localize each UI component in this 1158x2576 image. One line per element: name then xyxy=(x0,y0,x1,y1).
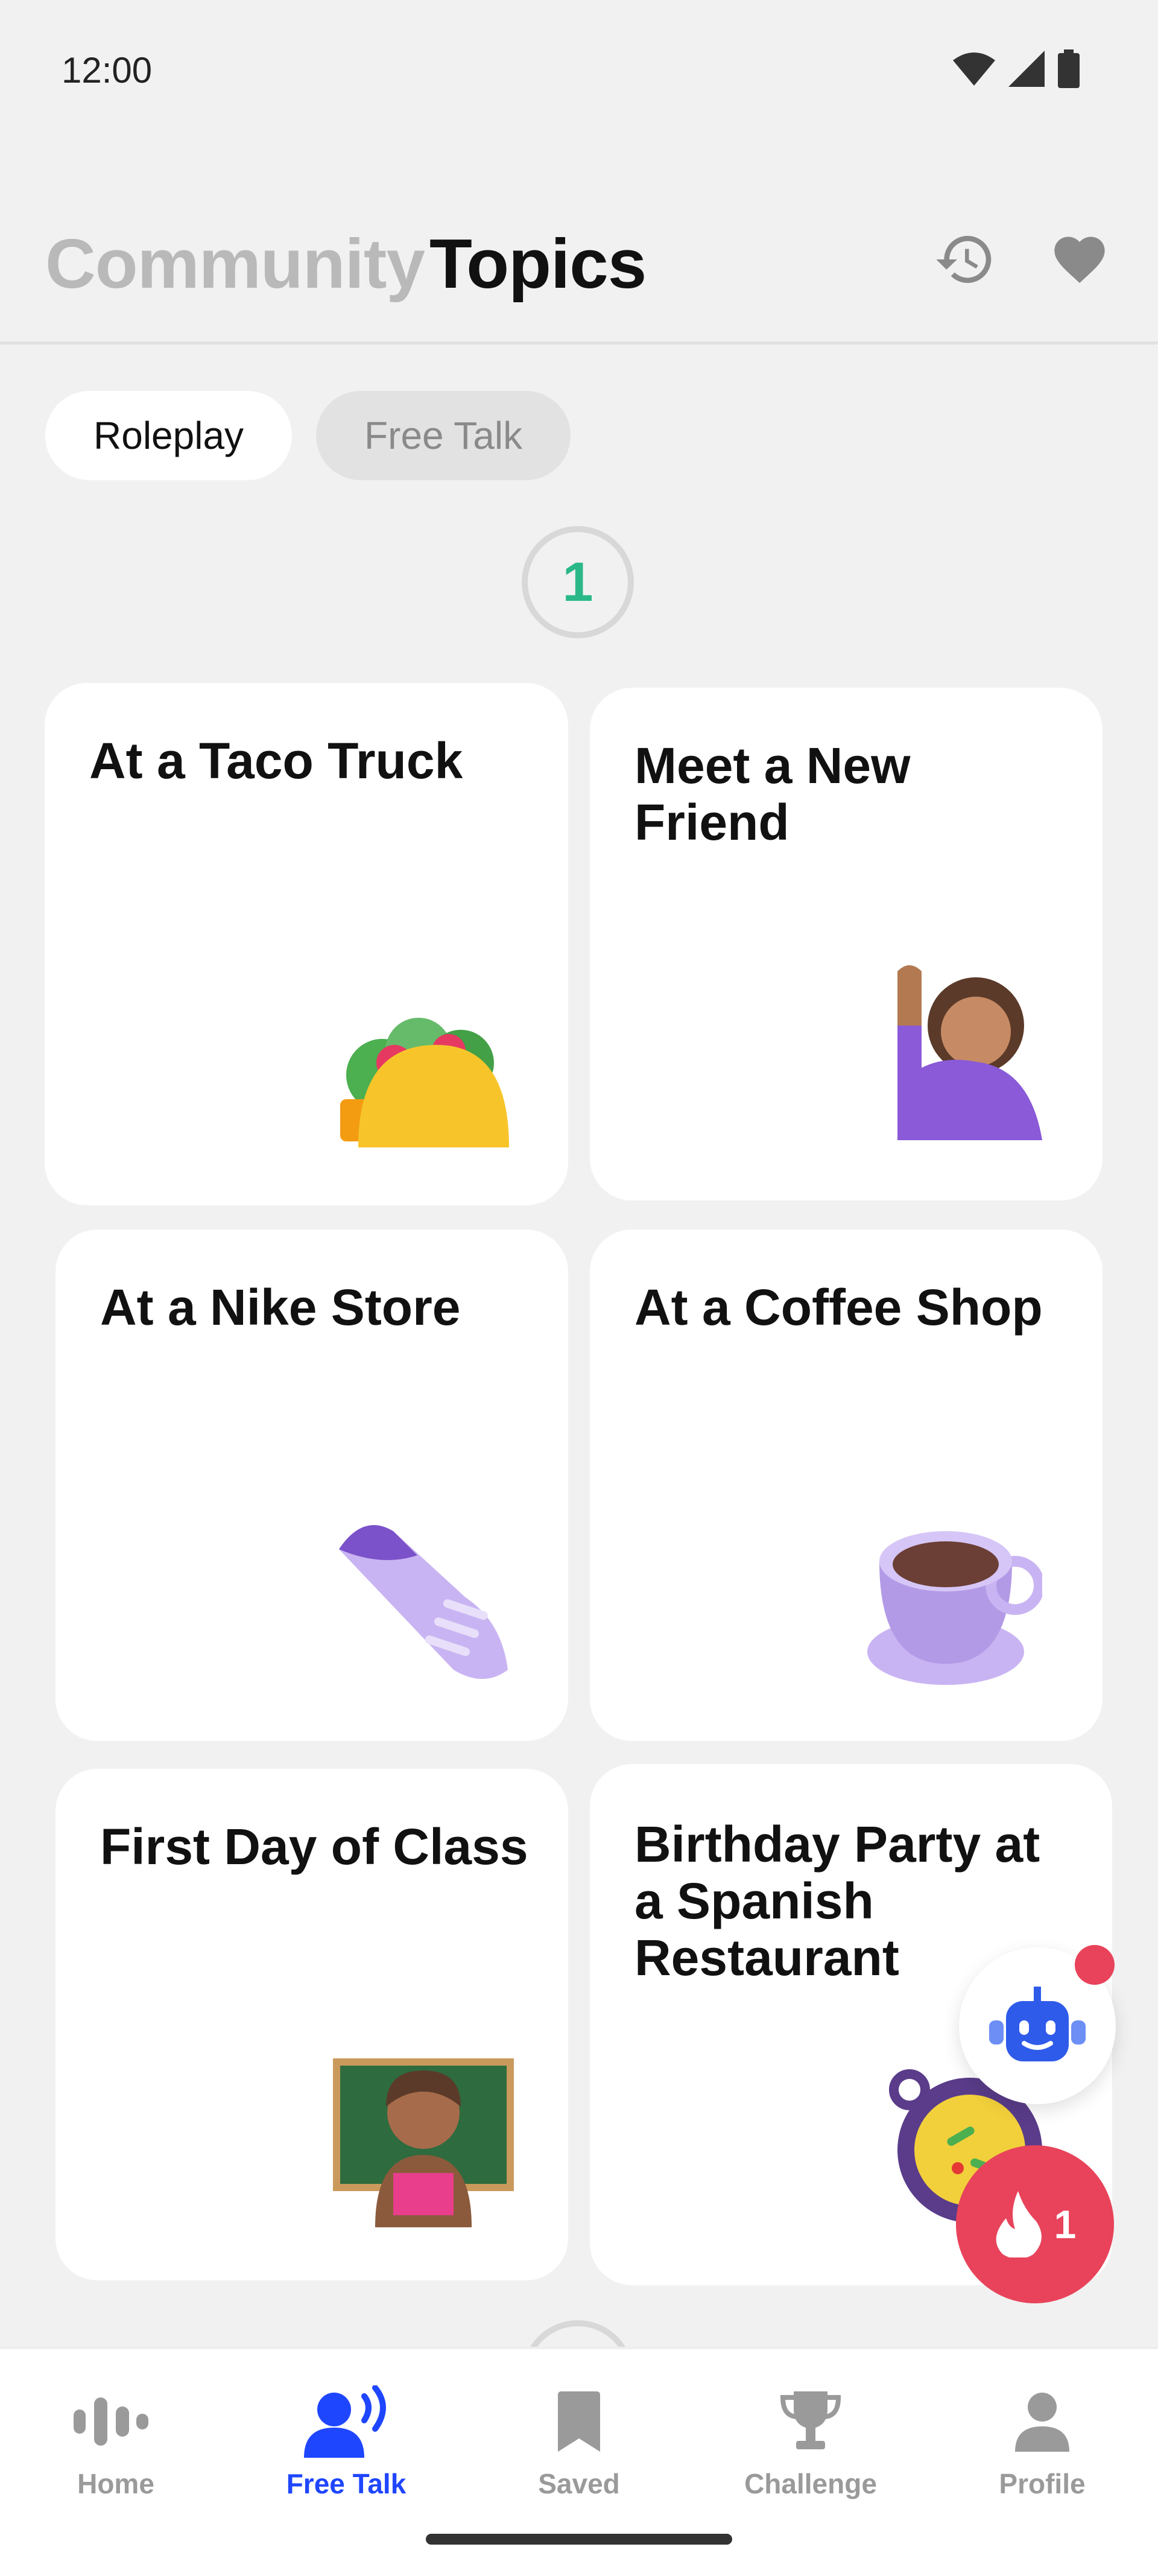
topic-card-first-day-of-class[interactable]: First Day of Class xyxy=(55,1769,568,2280)
heart-icon xyxy=(1054,236,1105,283)
streak-count: 1 xyxy=(1054,2202,1077,2247)
trophy-icon xyxy=(780,2391,841,2449)
wifi-icon xyxy=(953,52,995,86)
taco-icon xyxy=(340,1018,509,1147)
notification-dot xyxy=(1075,1945,1115,1985)
card-title: At a Taco Truck xyxy=(89,732,463,789)
nav-label: Saved xyxy=(538,2468,620,2499)
soundwave-icon xyxy=(74,2397,148,2446)
nav-label: Profile xyxy=(999,2468,1086,2499)
battery-icon xyxy=(1058,49,1080,88)
home-indicator[interactable] xyxy=(426,2534,732,2545)
cell-signal-icon xyxy=(1008,51,1045,87)
speaking-person-icon xyxy=(304,2385,386,2458)
favorites-button[interactable] xyxy=(1043,223,1116,296)
person-icon xyxy=(1015,2393,1069,2452)
level-badge: 1 xyxy=(522,526,634,638)
nav-label: Home xyxy=(77,2468,154,2499)
history-button[interactable] xyxy=(929,223,1001,296)
robot-icon xyxy=(989,1987,1086,2061)
card-title: At a Nike Store xyxy=(100,1279,461,1336)
sneaker-icon xyxy=(339,1525,508,1679)
card-title: Meet a New Friend xyxy=(634,737,911,851)
status-icons xyxy=(953,49,1080,88)
status-time: 12:00 xyxy=(62,50,153,90)
nav-saved[interactable]: Saved xyxy=(489,2385,669,2500)
mode-chips: Roleplay Free Talk xyxy=(45,391,571,480)
streak-button[interactable]: 1 xyxy=(956,2145,1114,2303)
topic-card-nike-store[interactable]: At a Nike Store xyxy=(55,1229,568,1741)
history-icon xyxy=(936,236,992,283)
nav-label: Free Talk xyxy=(286,2468,407,2499)
bookmark-icon xyxy=(558,2391,600,2452)
coffee-cup-icon xyxy=(867,1531,1042,1685)
nav-profile[interactable]: Profile xyxy=(952,2385,1133,2500)
waving-woman-icon xyxy=(897,965,1042,1140)
bottom-nav: Home Free Talk Saved Challenge Profile xyxy=(0,2347,1158,2576)
nav-home[interactable]: Home xyxy=(25,2385,206,2500)
topic-card-new-friend[interactable]: Meet a New Friend xyxy=(590,688,1103,1201)
chip-free-talk[interactable]: Free Talk xyxy=(316,391,571,480)
nav-challenge[interactable]: Challenge xyxy=(720,2385,901,2500)
topic-card-taco-truck[interactable]: At a Taco Truck xyxy=(45,683,568,1205)
status-bar: 12:00 xyxy=(0,0,1158,139)
card-title: First Day of Class xyxy=(100,1818,528,1875)
teacher-icon xyxy=(333,2058,514,2227)
header-divider xyxy=(0,341,1158,344)
flame-icon xyxy=(996,2191,1042,2257)
nav-label: Challenge xyxy=(744,2468,877,2499)
topic-card-coffee-shop[interactable]: At a Coffee Shop xyxy=(590,1229,1103,1741)
header: Community Topics xyxy=(0,199,1158,344)
card-title: At a Coffee Shop xyxy=(634,1279,1043,1336)
nav-free-talk[interactable]: Free Talk xyxy=(256,2385,437,2500)
tab-topics[interactable]: Topics xyxy=(429,223,647,304)
chip-roleplay[interactable]: Roleplay xyxy=(45,391,293,480)
tab-community[interactable]: Community xyxy=(45,223,425,304)
